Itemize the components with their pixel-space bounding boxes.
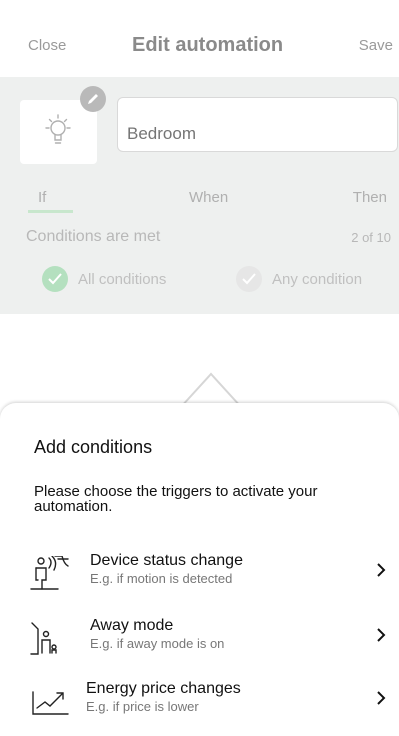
device-status-change-subtitle: E.g. if motion is detected	[90, 571, 233, 586]
tab-when[interactable]: When	[189, 189, 228, 206]
away-mode-title: Away mode	[90, 617, 174, 634]
lightbulb-icon	[45, 114, 71, 144]
page-title: Edit automation	[132, 34, 284, 56]
tab-then[interactable]: Then	[353, 189, 387, 206]
energy-price-changes-subtitle: E.g. if price is lower	[86, 699, 199, 714]
chevron-right-icon	[377, 563, 386, 577]
away-mode-icon	[30, 622, 57, 655]
away-mode-subtitle: E.g. if away mode is on	[90, 636, 225, 651]
active-tab-indicator	[28, 210, 73, 213]
tab-if[interactable]: If	[38, 189, 46, 206]
all-conditions-label: All conditions	[78, 270, 167, 288]
close-button[interactable]: Close	[28, 37, 66, 54]
energy-price-icon	[32, 691, 69, 715]
device-status-change-title: Device status change	[90, 552, 243, 569]
all-conditions-option[interactable]: All conditions	[42, 266, 166, 292]
save-button[interactable]: Save	[359, 37, 393, 54]
chevron-right-icon	[377, 628, 386, 642]
edit-icon-button[interactable]	[80, 86, 106, 112]
energy-price-changes-title: Energy price changes	[86, 680, 241, 697]
check-icon	[42, 266, 68, 292]
motion-sensor-icon	[30, 556, 69, 590]
any-condition-label: Any condition	[272, 270, 363, 288]
add-conditions-sheet: Add conditions Please choose the trigger…	[0, 403, 399, 736]
conditions-count: 2 of 10	[351, 230, 391, 245]
energy-price-changes-option[interactable]: Energy price changes E.g. if price is lo…	[28, 680, 399, 726]
conditions-label: Conditions are met	[26, 228, 161, 245]
check-icon	[236, 266, 262, 292]
any-condition-option[interactable]: Any condition	[236, 266, 362, 292]
automation-name-input[interactable]	[117, 97, 398, 152]
sheet-title: Add conditions	[34, 437, 153, 457]
sheet-description: Please choose the triggers to activate y…	[34, 483, 318, 515]
device-status-change-option[interactable]: Device status change E.g. if motion is d…	[28, 552, 399, 598]
away-mode-option[interactable]: Away mode E.g. if away mode is on	[28, 617, 399, 663]
pencil-icon	[88, 94, 98, 104]
chevron-right-icon	[377, 691, 386, 705]
